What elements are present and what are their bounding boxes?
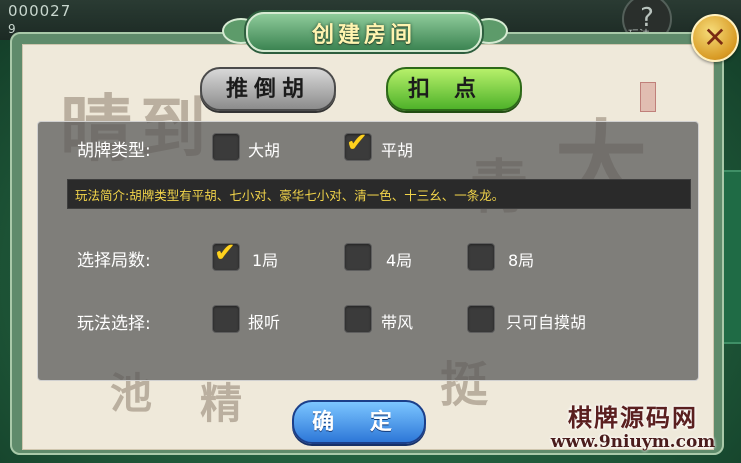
option-label-zimo-only: 只可自摸胡 <box>506 313 587 332</box>
checkbox-4-rounds[interactable] <box>344 243 372 271</box>
option-label-pinghu: 平胡 <box>381 141 414 160</box>
room-id: 000027 <box>8 2 72 20</box>
option-label-daifeng: 带风 <box>381 313 414 332</box>
option-label-4-rounds: 4局 <box>386 251 413 270</box>
dialog-title-plaque: 创建房间 <box>246 12 482 52</box>
option-label-dahu: 大胡 <box>248 141 281 160</box>
rules-description: 玩法简介:胡牌类型有平胡、七小对、豪华七小对、清一色、十三幺、一条龙。 <box>67 179 691 209</box>
hu-type-label: 胡牌类型: <box>77 141 151 161</box>
close-button[interactable]: ✕ <box>691 14 739 62</box>
watermark-url: www.9niuym.com <box>550 432 716 452</box>
dialog-title: 创建房间 <box>311 22 416 48</box>
tab-tuidaohu[interactable]: 推倒胡 <box>200 67 336 111</box>
site-watermark: 棋牌源码网 www.9niuym.com <box>530 398 736 456</box>
seal-stamp <box>640 82 656 112</box>
rules-description-text: 玩法简介:胡牌类型有平胡、七小对、豪华七小对、清一色、十三幺、一条龙。 <box>75 188 505 203</box>
checkbox-zimo-only[interactable] <box>467 305 495 333</box>
check-icon: ✔ <box>214 238 236 268</box>
checkbox-pinghu[interactable]: ✔ <box>344 128 372 161</box>
checkbox-dahu[interactable] <box>212 133 240 161</box>
checkbox-baoting[interactable] <box>212 305 240 333</box>
play-options-label: 玩法选择: <box>77 314 151 334</box>
checkbox-1-round[interactable]: ✔ <box>212 238 240 271</box>
option-label-8-rounds: 8局 <box>508 251 535 270</box>
checkbox-8-rounds[interactable] <box>467 243 495 271</box>
option-label-baoting: 报听 <box>248 313 281 332</box>
option-label-1-round: 1局 <box>252 251 279 270</box>
rounds-label: 选择局数: <box>77 251 151 271</box>
check-icon: ✔ <box>346 128 368 158</box>
watermark-title: 棋牌源码网 <box>568 403 698 432</box>
tab-koudian[interactable]: 扣点 <box>386 67 522 111</box>
checkbox-daifeng[interactable] <box>344 305 372 333</box>
close-icon: ✕ <box>703 21 727 54</box>
confirm-button[interactable]: 确 定 <box>292 400 426 444</box>
